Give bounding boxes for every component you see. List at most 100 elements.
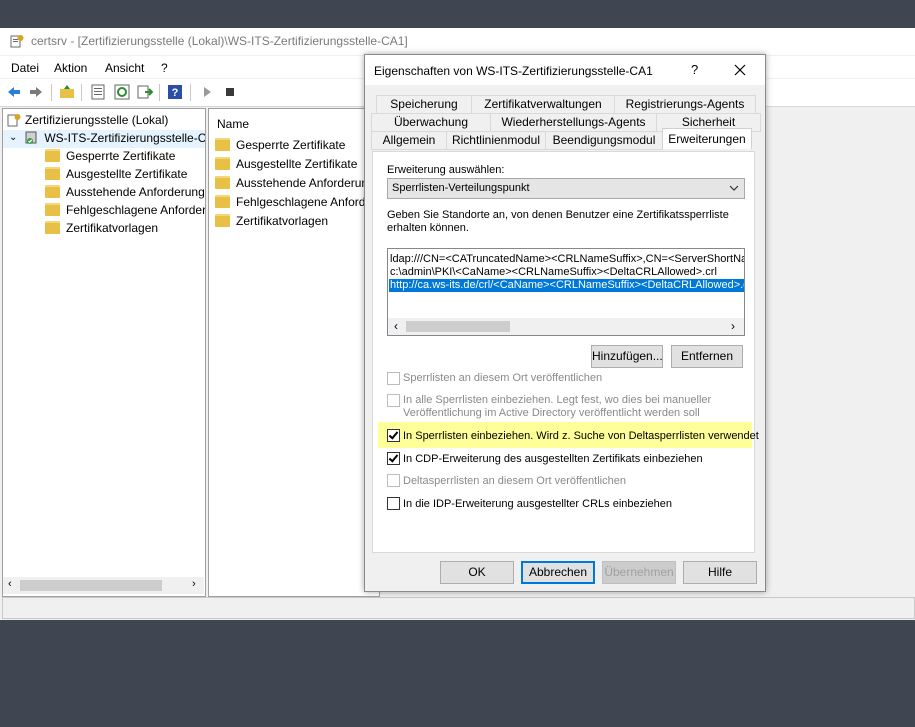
tab-zertifikatverwaltungen[interactable]: Zertifikatverwaltungen [471,95,615,114]
tree-item-templates[interactable]: Zertifikatvorlagen [45,220,158,238]
help-button[interactable]: Hilfe [683,561,757,584]
back-arrow-icon[interactable] [6,84,22,100]
tab-page-erweiterungen: Erweiterung auswählen: Sperrlisten-Verte… [372,151,759,553]
folder-icon [215,138,230,152]
tab-richtlinienmodul[interactable]: Richtlinienmodul [446,131,546,150]
close-icon[interactable] [734,64,746,76]
folder-icon [215,176,230,190]
play-icon[interactable] [199,84,215,100]
location-item[interactable]: c:\admin\PKI\<CaName><CRLNameSuffix><Del… [390,266,717,279]
dialog-help-button[interactable]: ? [691,62,698,77]
include-idp-label: In die IDP-Erweiterung ausgestellter CRL… [403,498,673,510]
tree-item-ca[interactable]: ⌄ WS-ITS-Zertifizierungsstelle-CA1 [3,130,205,148]
list-item-label: Ausstehende Anforderungen [236,175,380,190]
window-title: certsrv - [Zertifizierungsstelle (Lokal)… [31,34,408,48]
folder-icon [215,157,230,171]
list-item[interactable]: Fehlgeschlagene Anforderungen [215,194,379,212]
window-titlebar[interactable]: certsrv - [Zertifizierungsstelle (Lokal)… [0,28,915,55]
scroll-left-icon[interactable]: ‹ [8,578,12,590]
list-item[interactable]: Ausgestellte Zertifikate [215,156,357,174]
refresh-icon[interactable] [114,84,130,100]
properties-dialog: Eigenschaften von WS-ITS-Zertifizierungs… [364,54,766,592]
tree-item-pending[interactable]: Ausstehende Anforderungen [45,184,206,202]
folder-icon [45,203,60,217]
include-in-crls-label: In Sperrlisten einbeziehen. Wird z. Such… [403,430,759,442]
menu-datei[interactable]: Datei [11,61,39,75]
location-listbox[interactable]: ldap:///CN=<CATruncatedName><CRLNameSuff… [387,248,745,336]
list-item[interactable]: Gesperrte Zertifikate [215,137,345,155]
list-item-label: Ausgestellte Zertifikate [236,156,358,171]
tree-item-label: Ausstehende Anforderungen [66,184,206,199]
scroll-right-icon[interactable]: › [192,578,196,590]
include-cdp-checkbox[interactable] [387,452,400,465]
cancel-button[interactable]: Abbrechen [521,561,595,584]
scrollbar-thumb[interactable] [406,321,510,332]
include-all-crls-checkbox[interactable] [387,394,400,407]
properties-icon[interactable] [90,84,106,100]
tab-beendigungsmodul[interactable]: Beendigungsmodul [545,131,663,150]
publish-crl-label: Sperrlisten an diesem Ort veröffentliche… [403,372,603,384]
list-item-label: Fehlgeschlagene Anforderungen [236,194,379,209]
tab-ueberwachung[interactable]: Überwachung [371,113,491,132]
tree-item-label: Fehlgeschlagene Anforderungen [66,202,206,217]
tree-item-label: Gesperrte Zertifikate [66,148,176,163]
tab-registrierungs-agents[interactable]: Registrierungs-Agents [614,95,756,114]
tree-item-issued[interactable]: Ausgestellte Zertifikate [45,166,187,184]
tree-item-label: Zertifikatvorlagen [66,220,159,235]
include-all-crls-label: In alle Sperrlisten einbeziehen. Legt fe… [403,394,712,406]
export-icon[interactable] [137,84,153,100]
publish-crl-checkbox[interactable] [387,372,400,385]
ok-button[interactable]: OK [440,561,514,584]
scrollbar-thumb[interactable] [20,580,162,591]
tree-pane: Zertifizierungsstelle (Lokal) ⌄ WS-ITS-Z… [2,108,206,597]
list-item[interactable]: Ausstehende Anforderungen [215,175,380,193]
expand-chevron-icon[interactable]: ⌄ [9,132,21,143]
stop-icon[interactable] [222,84,238,100]
forward-arrow-icon[interactable] [28,84,44,100]
chevron-down-icon [729,185,739,191]
toolbar-separator [51,84,52,101]
tab-allgemein[interactable]: Allgemein [371,131,447,150]
include-in-crls-checkbox[interactable] [387,429,400,442]
select-extension-label: Erweiterung auswählen: [387,164,505,176]
menu-ansicht[interactable]: Ansicht [105,61,144,75]
certsrv-icon [7,113,21,127]
publish-delta-crl-checkbox[interactable] [387,474,400,487]
menu-help[interactable]: ? [161,61,168,75]
folder-icon [45,185,60,199]
apply-button[interactable]: Übernehmen [602,561,676,584]
toolbar-separator [190,84,191,101]
up-folder-icon[interactable] [59,84,75,100]
menu-aktion[interactable]: Aktion [54,61,87,75]
list-item-label: Gesperrte Zertifikate [236,137,346,152]
tree-horizontal-scrollbar[interactable]: ‹ › [3,577,204,594]
tree-item-failed[interactable]: Fehlgeschlagene Anforderungen [45,202,206,220]
help-icon[interactable]: ? [167,84,183,100]
list-item-label: Zertifikatvorlagen [236,213,329,228]
scroll-right-icon[interactable]: › [731,319,735,333]
tree-item-label: Ausgestellte Zertifikate [66,166,188,181]
extension-select[interactable]: Sperrlisten-Verteilungspunkt [387,178,745,199]
listbox-horizontal-scrollbar[interactable]: ‹ › [388,318,744,335]
ca-server-icon [25,131,37,144]
column-header-name[interactable]: Name [217,117,249,131]
tab-wiederherstellungs-agents[interactable]: Wiederherstellungs-Agents [490,113,657,132]
tree-item-revoked[interactable]: Gesperrte Zertifikate [45,148,175,166]
extension-select-value: Sperrlisten-Verteilungspunkt [392,182,530,194]
dialog-titlebar[interactable]: Eigenschaften von WS-ITS-Zertifizierungs… [365,55,765,85]
scroll-left-icon[interactable]: ‹ [394,319,398,333]
folder-icon [45,149,60,163]
tab-speicherung[interactable]: Speicherung [376,95,472,114]
list-item[interactable]: Zertifikatvorlagen [215,213,328,231]
include-idp-checkbox[interactable] [387,497,400,510]
tab-erweiterungen[interactable]: Erweiterungen [662,128,752,149]
remove-button[interactable]: Entfernen [671,345,743,368]
tree-root-label: Zertifizierungsstelle (Lokal) [25,112,169,127]
toolbar-separator [159,84,160,101]
add-button[interactable]: Hinzufügen... [591,345,663,368]
location-item[interactable]: ldap:///CN=<CATruncatedName><CRLNameSuff… [390,253,744,266]
folder-icon [45,167,60,181]
tree-root[interactable]: Zertifizierungsstelle (Lokal) [7,112,168,130]
location-item-selected[interactable]: http://ca.ws-its.de/crl/<CaName><CRLName… [388,278,744,293]
folder-icon [215,214,230,228]
